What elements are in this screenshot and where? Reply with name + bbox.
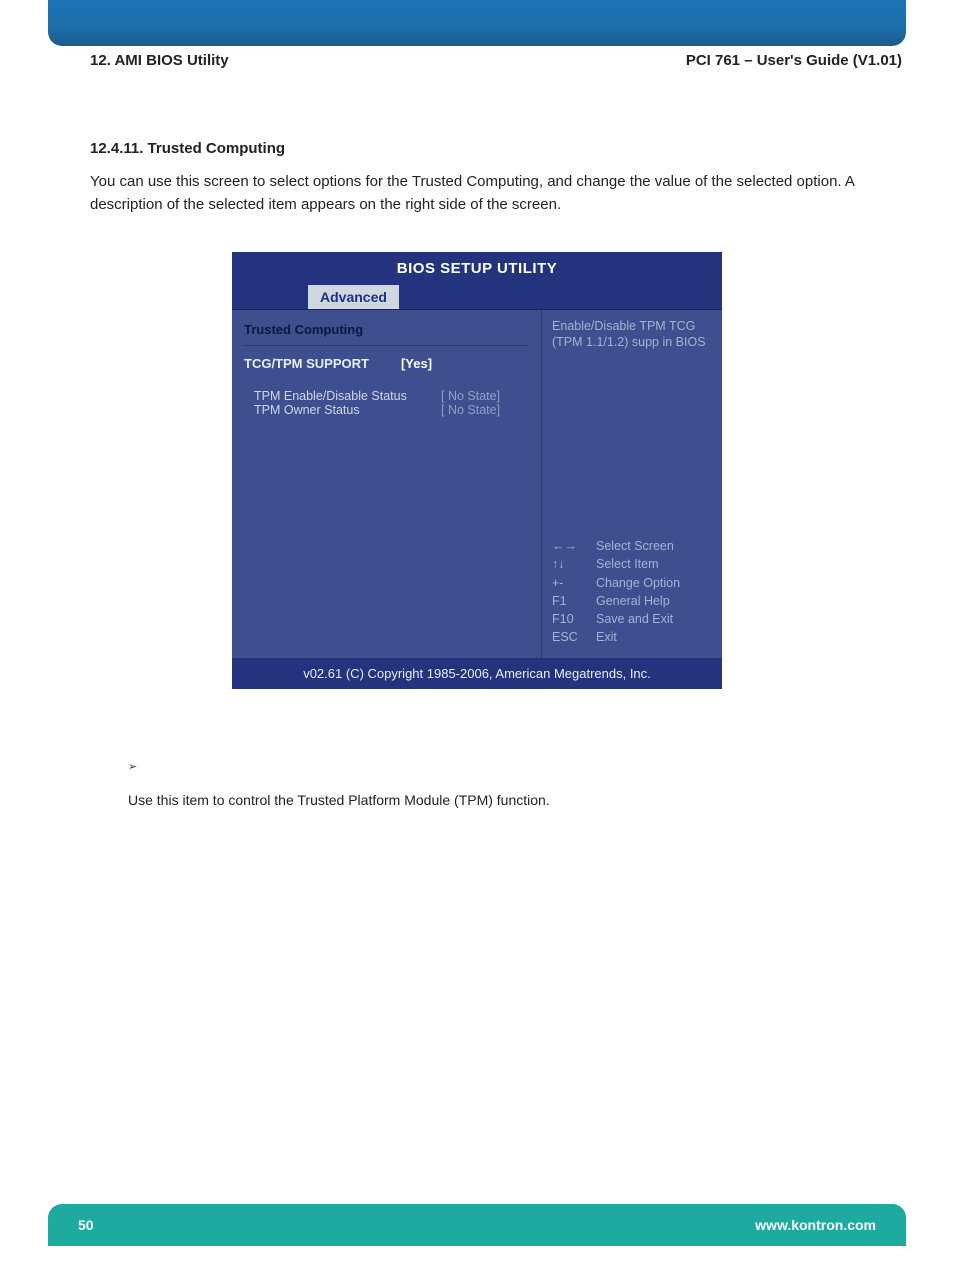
bios-status-label: TPM Owner Status — [254, 403, 429, 417]
bios-option-tcg-tpm[interactable]: TCG/TPM SUPPORT [Yes] — [244, 356, 529, 371]
bios-screenshot: BIOS SETUP UTILITY Advanced Trusted Comp… — [232, 252, 722, 689]
top-banner — [48, 0, 906, 46]
bios-option-value: [Yes] — [401, 356, 432, 371]
key-icon-plusminus: +- — [552, 574, 582, 592]
key-label: ESC — [552, 628, 582, 646]
bios-status-label: TPM Enable/Disable Status — [254, 389, 429, 403]
key-desc: Save and Exit — [596, 610, 673, 628]
bios-title: BIOS SETUP UTILITY — [232, 252, 722, 285]
bios-status-row: TPM Enable/Disable Status [ No State] — [254, 389, 529, 403]
bios-heading: Trusted Computing — [244, 322, 529, 337]
bios-status-value: [ No State] — [441, 403, 500, 417]
bios-tabbar: Advanced — [232, 285, 722, 309]
note: ➢ Use this item to control the Trusted P… — [128, 760, 902, 808]
bios-left-pane: Trusted Computing TCG/TPM SUPPORT [Yes] … — [232, 310, 541, 658]
bullet-arrow-icon: ➢ — [128, 760, 172, 773]
bios-tab-advanced[interactable]: Advanced — [308, 285, 399, 309]
bios-help-text: Enable/Disable TPM TCG (TPM 1.1/1.2) sup… — [552, 318, 712, 351]
bios-status-row: TPM Owner Status [ No State] — [254, 403, 529, 417]
section-body: You can use this screen to select option… — [90, 171, 902, 216]
note-text: Use this item to control the Trusted Pla… — [128, 792, 550, 808]
key-desc: General Help — [596, 592, 670, 610]
key-icon-arrows-lr: ←→ — [552, 537, 582, 555]
page-number: 50 — [78, 1217, 94, 1233]
section-title: 12.4.11. Trusted Computing — [90, 140, 902, 157]
key-label: F10 — [552, 610, 582, 628]
key-desc: Select Screen — [596, 537, 674, 555]
bios-footer: v02.61 (C) Copyright 1985-2006, American… — [232, 658, 722, 689]
running-header: 12. AMI BIOS Utility PCI 761 – User's Gu… — [90, 52, 902, 69]
bios-option-label: TCG/TPM SUPPORT — [244, 356, 369, 371]
footer-url: www.kontron.com — [755, 1217, 876, 1233]
key-desc: Change Option — [596, 574, 680, 592]
header-chapter: 12. AMI BIOS Utility — [90, 52, 229, 69]
page-footer-bar: 50 www.kontron.com — [48, 1204, 906, 1246]
key-desc: Select Item — [596, 555, 659, 573]
key-icon-arrows-ud: ↑↓ — [552, 555, 582, 573]
bios-key-legend: ←→ Select Screen ↑↓ Select Item +- Change O… — [552, 537, 712, 646]
bios-right-pane: Enable/Disable TPM TCG (TPM 1.1/1.2) sup… — [541, 310, 722, 658]
bios-status-value: [ No State] — [441, 389, 500, 403]
header-doc-title: PCI 761 – User's Guide (V1.01) — [686, 52, 902, 69]
key-label: F1 — [552, 592, 582, 610]
bios-divider — [244, 345, 529, 346]
key-desc: Exit — [596, 628, 617, 646]
